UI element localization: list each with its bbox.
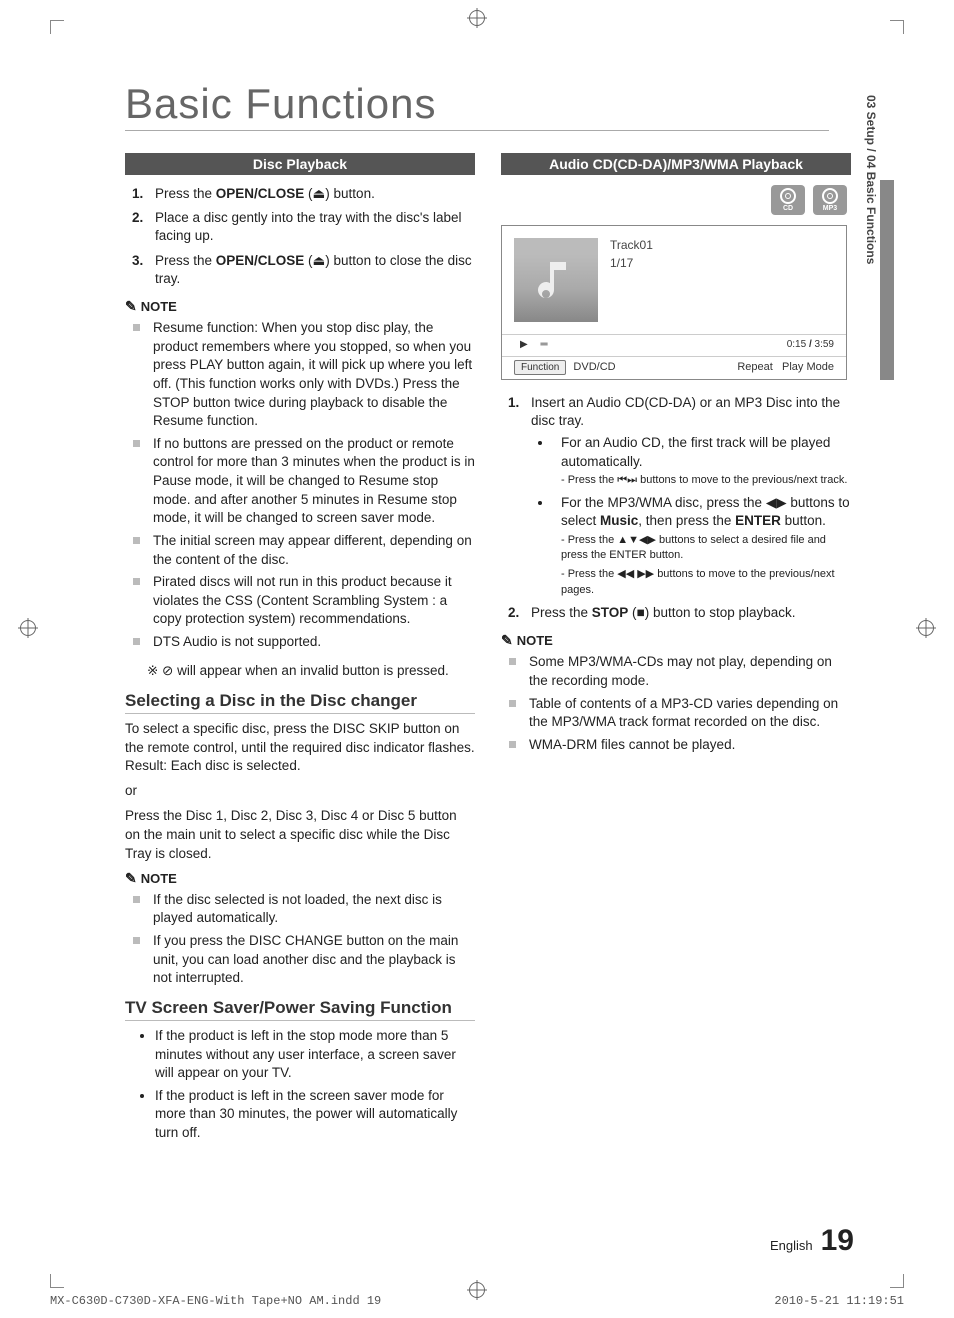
footer-language: English — [770, 1238, 813, 1253]
mp3-icon: MP3 — [813, 185, 847, 215]
music-note-icon — [532, 256, 580, 304]
note-label: ✎ NOTE — [125, 298, 475, 315]
bullet-item: If the product is left in the stop mode … — [155, 1027, 475, 1083]
registration-mark-icon — [918, 620, 934, 636]
crop-mark — [50, 1274, 64, 1288]
step: Press the STOP (■) button to stop playba… — [523, 604, 851, 622]
note-item: Resume function: When you stop disc play… — [147, 319, 475, 431]
step: Insert an Audio CD(CD-DA) or an MP3 Disc… — [523, 394, 851, 598]
playmode-label: Play Mode — [782, 361, 834, 373]
audio-cd-steps: Insert an Audio CD(CD-DA) or an MP3 Disc… — [501, 394, 851, 622]
cd-icon: CD — [771, 185, 805, 215]
bullet-item: If the product is left in the screen sav… — [155, 1087, 475, 1143]
right-column: Audio CD(CD-DA)/MP3/WMA Playback CD MP3 … — [501, 149, 851, 1151]
pause-icon: ═ — [540, 339, 546, 350]
note-item: Pirated discs will not run in this produ… — [147, 573, 475, 629]
album-art-icon — [514, 238, 598, 322]
note-item: Table of contents of a MP3-CD varies dep… — [523, 695, 851, 732]
note-item: If the disc selected is not loaded, the … — [147, 891, 475, 928]
left-column: Disc Playback Press the OPEN/CLOSE (⏏) b… — [125, 149, 475, 1151]
subheading-disc-changer: Selecting a Disc in the Disc changer — [125, 691, 475, 714]
manual-page: Basic Functions 03 Setup / 04 Basic Func… — [0, 0, 954, 1318]
crop-mark — [50, 20, 64, 34]
thumb-tab — [880, 180, 894, 380]
crop-mark — [890, 20, 904, 34]
note-list: Resume function: When you stop disc play… — [125, 319, 475, 652]
track-counter: 1/17 — [610, 256, 653, 270]
registration-mark-icon — [20, 620, 36, 636]
play-icon: ▶ — [520, 339, 528, 350]
body-text: To select a specific disc, press the DIS… — [125, 720, 475, 777]
media-type-icons: CD MP3 — [501, 185, 847, 215]
pencil-icon: ✎ — [501, 632, 513, 649]
note-item: WMA-DRM files cannot be played. — [523, 736, 851, 755]
note-item: The initial screen may appear different,… — [147, 532, 475, 569]
note-label: ✎ NOTE — [501, 632, 851, 649]
registration-mark-icon — [469, 10, 485, 26]
section-header-disc-playback: Disc Playback — [125, 153, 475, 175]
disc-playback-steps: Press the OPEN/CLOSE (⏏) button. Place a… — [125, 185, 475, 288]
note-item: If no buttons are pressed on the product… — [147, 435, 475, 528]
tv-saver-bullets: If the product is left in the stop mode … — [125, 1027, 475, 1143]
note-list: If the disc selected is not loaded, the … — [125, 891, 475, 988]
function-label: DVD/CD — [573, 361, 615, 373]
page-number: 19 — [821, 1224, 854, 1258]
sub-bullet: For the MP3/WMA disc, press the ◀▶ butto… — [553, 494, 851, 598]
sub-bullet: For an Audio CD, the first track will be… — [553, 434, 851, 488]
page-title: Basic Functions — [125, 80, 829, 128]
page-footer: English 19 — [770, 1224, 854, 1258]
playback-time: 0:15 / 3:59 — [787, 339, 834, 350]
subheading-screensaver: TV Screen Saver/Power Saving Function — [125, 998, 475, 1021]
note-item: Some MP3/WMA-CDs may not play, depending… — [523, 653, 851, 690]
note-item: DTS Audio is not supported. — [147, 633, 475, 652]
crop-mark — [890, 1274, 904, 1288]
step: Place a disc gently into the tray with t… — [147, 209, 475, 245]
note-item: If you press the DISC CHANGE button on t… — [147, 932, 475, 988]
body-text: Press the Disc 1, Disc 2, Disc 3, Disc 4… — [125, 807, 475, 864]
invalid-button-note: ※ ⊘ will appear when an invalid button i… — [125, 662, 475, 681]
note-list: Some MP3/WMA-CDs may not play, depending… — [501, 653, 851, 754]
print-file-name: MX-C630D-C730D-XFA-ENG-With Tape+NO AM.i… — [50, 1294, 381, 1308]
player-screen-mockup: Track01 1/17 ▶ ═ 0:15 / 3:59 — [501, 225, 847, 380]
section-header-audio-cd: Audio CD(CD-DA)/MP3/WMA Playback — [501, 153, 851, 175]
print-footer: MX-C630D-C730D-XFA-ENG-With Tape+NO AM.i… — [50, 1294, 904, 1308]
body-text: or — [125, 782, 475, 801]
function-button: Function — [514, 360, 566, 375]
track-name: Track01 — [610, 238, 653, 252]
title-bar: Basic Functions — [125, 80, 829, 131]
print-timestamp: 2010-5-21 11:19:51 — [774, 1294, 904, 1308]
pencil-icon: ✎ — [125, 298, 137, 315]
repeat-label: Repeat — [737, 361, 772, 373]
pencil-icon: ✎ — [125, 870, 137, 887]
step: Press the OPEN/CLOSE (⏏) button to close… — [147, 252, 475, 288]
note-label: ✎ NOTE — [125, 870, 475, 887]
step: Press the OPEN/CLOSE (⏏) button. — [147, 185, 475, 203]
